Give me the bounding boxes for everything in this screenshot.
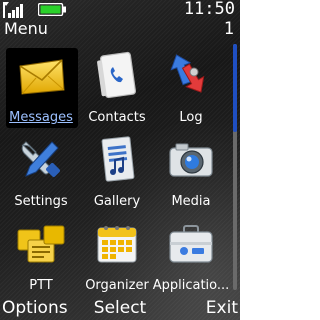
page-indicator: 1 — [223, 19, 234, 39]
battery-full-icon — [38, 3, 66, 16]
menu-item-ptt[interactable]: PTT — [2, 212, 80, 294]
envelope-icon — [19, 59, 65, 95]
applications-briefcase-icon — [169, 225, 213, 263]
phone-book-icon — [97, 51, 136, 99]
menu-item-organizer[interactable]: Organizer — [78, 212, 156, 294]
page-title: Menu — [4, 19, 48, 38]
signal-bars-icon — [3, 2, 23, 18]
menu-item-label: Applicatio... — [152, 278, 230, 293]
menu-item-contacts[interactable]: Contacts — [78, 44, 156, 126]
clock: 11:50 — [183, 0, 235, 19]
push-to-talk-icon — [17, 225, 65, 263]
exit-softkey[interactable]: Exit — [206, 298, 238, 318]
phone-screen: 11:50 Menu 1 Messages Contacts Log Setti… — [0, 0, 240, 320]
menu-item-label: Media — [171, 194, 211, 209]
menu-item-media[interactable]: Media — [152, 128, 230, 210]
camera-icon — [169, 143, 213, 177]
scrollbar[interactable] — [233, 44, 237, 290]
wrench-tools-icon — [21, 141, 60, 177]
menu-item-gallery[interactable]: Gallery — [78, 128, 156, 210]
call-log-arrows-icon — [170, 54, 205, 93]
menu-grid: Messages Contacts Log Settings Gallery M… — [0, 44, 232, 293]
menu-item-log[interactable]: Log — [152, 44, 230, 126]
menu-item-label: Log — [179, 110, 203, 125]
menu-item-settings[interactable]: Settings — [2, 128, 80, 210]
music-media-file-icon — [101, 136, 135, 182]
menu-item-messages[interactable]: Messages — [2, 44, 80, 128]
options-softkey[interactable]: Options — [2, 298, 68, 318]
softkey-bar: Options Select Exit — [0, 294, 240, 320]
menu-item-applications[interactable]: Applicatio... — [152, 212, 230, 294]
select-softkey[interactable]: Select — [94, 298, 146, 318]
calendar-icon — [97, 226, 137, 263]
